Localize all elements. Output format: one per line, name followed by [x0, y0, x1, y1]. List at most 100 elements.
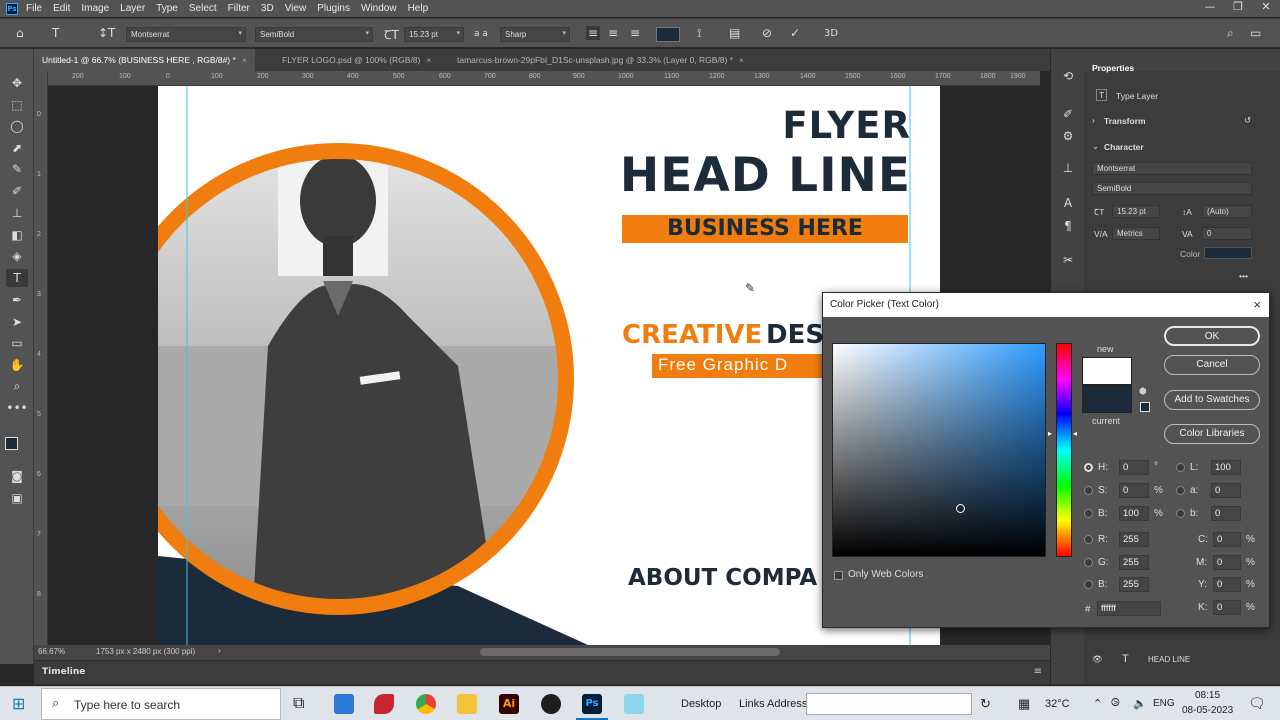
- tab-unsplash-photo[interactable]: tamarcus-brown-29pFbI_D1Sc-unsplash.jpg …: [449, 49, 752, 71]
- news-widget-icon[interactable]: ▦: [1018, 696, 1030, 712]
- menu-filter[interactable]: Filter: [228, 3, 250, 14]
- brightness-input[interactable]: 100: [1119, 506, 1149, 521]
- yellow-input[interactable]: 0: [1213, 577, 1241, 592]
- color-libraries-button[interactable]: Color Libraries: [1164, 424, 1260, 444]
- blue-input[interactable]: 255: [1119, 577, 1149, 592]
- a-channel-input[interactable]: 0: [1211, 483, 1241, 498]
- brightness-radio[interactable]: [1084, 509, 1093, 518]
- close-icon[interactable]: ×: [242, 55, 247, 65]
- menu-plugins[interactable]: Plugins: [317, 3, 350, 14]
- refresh-icon[interactable]: ↻: [980, 696, 991, 712]
- stamp-source-icon[interactable]: ⊥: [1057, 159, 1079, 177]
- dialog-title-bar[interactable]: Color Picker (Text Color) ×: [823, 293, 1269, 317]
- path-select-tool-icon[interactable]: ➤: [6, 313, 28, 331]
- free-graphic-text[interactable]: Free Graphic D: [658, 355, 788, 375]
- flyer-word[interactable]: FLYER: [782, 104, 911, 147]
- menu-select[interactable]: Select: [189, 3, 217, 14]
- home-icon[interactable]: ⌂: [16, 26, 24, 40]
- workspace-icon[interactable]: ▭: [1250, 26, 1261, 40]
- paragraph-icon[interactable]: ¶: [1057, 217, 1079, 235]
- menu-layer[interactable]: Layer: [120, 3, 145, 14]
- gamut-warning-icon[interactable]: ⬢: [1139, 387, 1147, 397]
- paint-bucket-tool-icon[interactable]: ◈: [6, 247, 28, 265]
- hue-input[interactable]: 0: [1119, 460, 1149, 475]
- more-options-icon[interactable]: •••: [1239, 271, 1248, 281]
- web-safe-swatch-icon[interactable]: [1140, 402, 1150, 412]
- antialias-select[interactable]: Sharp ▾: [500, 27, 570, 42]
- volume-icon[interactable]: 🔈: [1133, 697, 1147, 710]
- hue-slider-arrow-right-icon[interactable]: ◂: [1073, 429, 1077, 438]
- menu-icon[interactable]: ≡: [1034, 666, 1042, 677]
- type-tool-icon[interactable]: T: [6, 269, 28, 287]
- text-color-swatch[interactable]: [656, 27, 680, 42]
- menu-help[interactable]: Help: [408, 3, 429, 14]
- business-text[interactable]: BUSINESS HERE: [622, 216, 908, 241]
- windows-start-icon[interactable]: ⊞: [12, 694, 25, 713]
- current-color-swatch[interactable]: [1082, 385, 1132, 413]
- ok-button[interactable]: OK: [1164, 326, 1260, 346]
- menu-3d[interactable]: 3D: [261, 3, 274, 14]
- text-color-swatch[interactable]: [1204, 247, 1252, 259]
- commit-edit-icon[interactable]: ✓: [790, 26, 800, 40]
- chevron-right-icon[interactable]: ›: [1092, 115, 1095, 125]
- links-toolbar-label[interactable]: Links: [739, 698, 765, 710]
- character-panel-icon[interactable]: ▤: [729, 26, 740, 40]
- align-left-icon[interactable]: ≡: [586, 26, 601, 40]
- cancel-edit-icon[interactable]: ⊘: [762, 26, 772, 40]
- align-center-icon[interactable]: ≡: [608, 26, 618, 40]
- only-web-colors-checkbox[interactable]: [834, 571, 843, 580]
- document-info[interactable]: 1753 px x 2480 px (300 ppi): [96, 647, 195, 656]
- green-radio[interactable]: [1084, 558, 1093, 567]
- chevron-down-icon[interactable]: ⌄: [1092, 141, 1099, 152]
- eraser-tool-icon[interactable]: ◧: [6, 226, 28, 244]
- adjustments-icon[interactable]: ⚙: [1057, 127, 1079, 145]
- rectangle-tool-icon[interactable]: ▭: [6, 334, 28, 352]
- font-size-input[interactable]: 15.23 pt: [1112, 205, 1160, 218]
- illustrator-icon[interactable]: Ai: [499, 694, 519, 714]
- font-size-input[interactable]: 15.23 pt ▾: [404, 27, 464, 42]
- font-style-select[interactable]: SemiBold: [1092, 182, 1252, 195]
- font-family-select[interactable]: Montserrat ▾: [126, 27, 246, 42]
- temperature[interactable]: 32°C: [1045, 698, 1070, 710]
- font-style-select[interactable]: SemiBold ▾: [255, 27, 373, 42]
- b-channel-input[interactable]: 0: [1211, 506, 1241, 521]
- task-view-icon[interactable]: ⧉: [293, 693, 304, 713]
- search-icon[interactable]: ⌕: [1227, 26, 1234, 41]
- close-icon[interactable]: ×: [739, 55, 744, 65]
- brush-tool-icon[interactable]: ✐: [6, 182, 28, 200]
- lasso-tool-icon[interactable]: ◯: [6, 117, 28, 135]
- pen-tool-icon[interactable]: ✒: [6, 291, 28, 309]
- notifications-icon[interactable]: 🗨: [1248, 695, 1266, 712]
- notepad-icon[interactable]: [624, 694, 644, 714]
- app-icon-dark[interactable]: [541, 694, 561, 714]
- type-tool-preset-icon[interactable]: T: [52, 26, 59, 40]
- clock-time[interactable]: 08:15: [1195, 690, 1220, 701]
- address-toolbar-label[interactable]: Address: [767, 698, 807, 710]
- menu-view[interactable]: View: [285, 3, 307, 14]
- menu-type[interactable]: Type: [156, 3, 178, 14]
- cyan-input[interactable]: 0: [1213, 532, 1241, 547]
- black-input[interactable]: 0: [1213, 600, 1241, 615]
- clock-date[interactable]: 08-05-2023: [1182, 705, 1233, 716]
- tab-flyer-logo[interactable]: FLYER LOGO.psd @ 100% (RGB/8) ×: [274, 49, 439, 71]
- menu-edit[interactable]: Edit: [53, 3, 70, 14]
- close-icon[interactable]: ×: [1253, 297, 1261, 312]
- status-arrow-icon[interactable]: ›: [218, 646, 221, 655]
- history-icon[interactable]: ⟲: [1057, 67, 1079, 85]
- text-orientation-icon[interactable]: ↕T: [98, 26, 115, 40]
- taskbar-search-box[interactable]: ⌕ Type here to search: [41, 688, 281, 720]
- red-radio[interactable]: [1084, 535, 1093, 544]
- network-icon[interactable]: ⧁: [1111, 697, 1120, 710]
- horizontal-scrollbar[interactable]: [480, 648, 780, 656]
- saturation-input[interactable]: 0: [1119, 483, 1149, 498]
- hex-input[interactable]: ffffff: [1097, 601, 1161, 616]
- leading-input[interactable]: (Auto): [1202, 205, 1252, 218]
- brush-settings-icon[interactable]: ✐: [1057, 105, 1079, 123]
- tab-untitled-1[interactable]: Untitled-1 @ 66.7% (BUSINESS HERE , RGB/…: [34, 49, 255, 71]
- red-input[interactable]: 255: [1119, 532, 1149, 547]
- font-family-select[interactable]: Montserrat: [1092, 162, 1252, 175]
- layer-name[interactable]: HEAD LINE: [1148, 655, 1190, 664]
- character-icon[interactable]: A: [1057, 194, 1079, 212]
- green-input[interactable]: 255: [1119, 555, 1149, 570]
- character-section[interactable]: Character: [1104, 142, 1144, 152]
